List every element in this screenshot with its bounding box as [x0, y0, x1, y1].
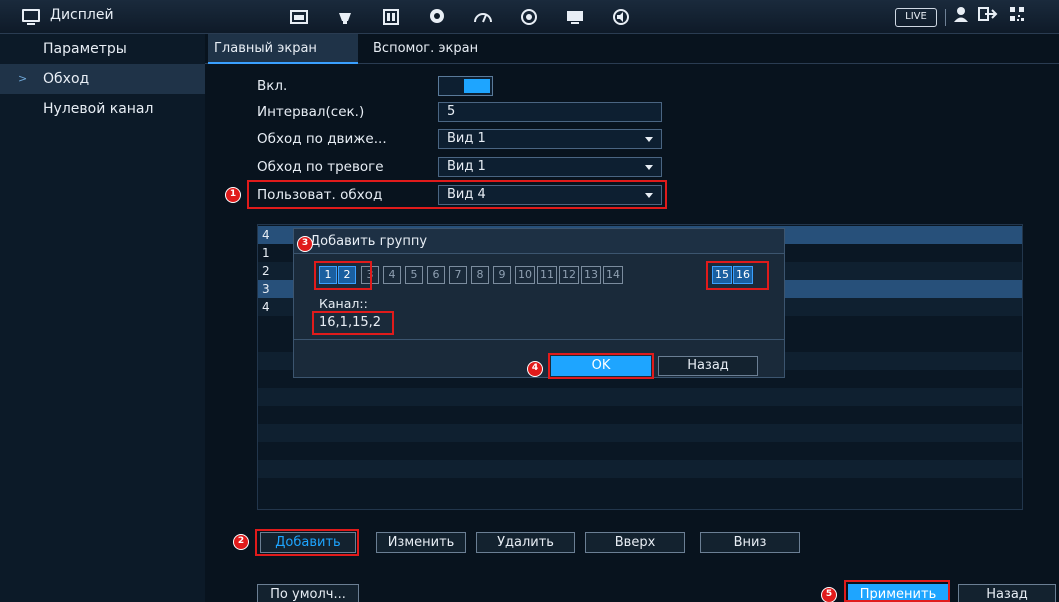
- highlight-box-channels-15-16: [706, 261, 769, 290]
- logout-icon[interactable]: [978, 6, 1000, 26]
- table-row-empty: [258, 388, 1022, 406]
- channel-checkbox-6[interactable]: 6: [427, 266, 445, 284]
- channel-label: Канал::: [319, 296, 368, 311]
- channel-checkbox-10[interactable]: 10: [515, 266, 535, 284]
- add-group-dialog: Добавить группу 1 2 3 4 5 6 7 8 9 10 11 12 13 14 15 16 …: [293, 228, 785, 379]
- user-icon[interactable]: [953, 6, 969, 26]
- top-right-icons: [953, 6, 1025, 26]
- menu-title: Дисплей: [22, 7, 114, 25]
- ai-icon[interactable]: [418, 6, 456, 28]
- table-row-empty: [258, 460, 1022, 478]
- highlight-box-5: [844, 580, 950, 602]
- sidebar-item-label: Обход: [43, 71, 90, 87]
- interval-input[interactable]: 5: [438, 102, 662, 122]
- highlight-box-1: [247, 180, 667, 209]
- dialog-back-button[interactable]: Назад: [658, 356, 758, 376]
- sidebar-item-label: Нулевой канал: [43, 101, 154, 117]
- toggle-knob: [464, 79, 490, 93]
- step-badge-5: 5: [821, 587, 837, 602]
- move-up-button[interactable]: Вверх: [585, 532, 685, 553]
- table-row-empty: [258, 424, 1022, 442]
- monitor-icon[interactable]: [556, 6, 594, 28]
- tab-extra-screen[interactable]: Вспомог. экран: [367, 34, 517, 64]
- channel-checkbox-13[interactable]: 13: [581, 266, 601, 284]
- header-divider: [945, 9, 946, 26]
- highlight-box-channel-value: [312, 311, 394, 335]
- tab-bar: Главный экран Вспомог. экран: [205, 34, 1059, 64]
- channel-checkbox-11[interactable]: 11: [537, 266, 557, 284]
- dialog-divider: [294, 339, 784, 340]
- display-icon: [22, 8, 40, 25]
- channel-checkbox-8[interactable]: 8: [471, 266, 489, 284]
- live-button[interactable]: LIVE: [895, 8, 937, 27]
- step-badge-2: 2: [233, 534, 249, 550]
- camera-icon[interactable]: [326, 6, 364, 28]
- delete-button[interactable]: Удалить: [476, 532, 575, 553]
- sidebar-item-label: Параметры: [43, 41, 127, 57]
- channel-checkbox-5[interactable]: 5: [405, 266, 423, 284]
- tab-main-screen[interactable]: Главный экран: [208, 34, 358, 64]
- dropdown-arrow-icon: [645, 165, 653, 170]
- alarm-tour-select[interactable]: Вид 1: [438, 157, 662, 177]
- storage-icon[interactable]: [372, 6, 410, 28]
- enable-label: Вкл.: [257, 78, 288, 94]
- highlight-box-2: [255, 529, 359, 556]
- interval-label: Интервал(сек.): [257, 104, 365, 120]
- dialog-title: Добавить группу: [294, 229, 784, 254]
- move-down-button[interactable]: Вниз: [700, 532, 800, 553]
- content-area: Главный экран Вспомог. экран Вкл. Интерв…: [205, 34, 1059, 602]
- qr-code-icon[interactable]: [1009, 6, 1025, 26]
- default-button[interactable]: По умолч...: [257, 584, 359, 602]
- row-number: 4: [262, 300, 270, 314]
- chevron-right-icon: >: [18, 72, 28, 85]
- channel-checkbox-7[interactable]: 7: [449, 266, 467, 284]
- highlight-box-4: [548, 353, 654, 379]
- row-number: 4: [262, 228, 270, 242]
- motion-tour-value: Вид 1: [447, 131, 486, 146]
- step-badge-1: 1: [225, 187, 241, 203]
- network-icon[interactable]: [510, 6, 548, 28]
- row-number: 2: [262, 264, 270, 278]
- performance-icon[interactable]: [464, 6, 502, 28]
- display-settings-icon[interactable]: [280, 6, 318, 28]
- alarm-tour-label: Обход по тревоге: [257, 159, 384, 175]
- sidebar-item-parameters[interactable]: Параметры: [0, 34, 205, 64]
- channel-checkbox-14[interactable]: 14: [603, 266, 623, 284]
- dropdown-arrow-icon: [645, 137, 653, 142]
- back-button[interactable]: Назад: [958, 584, 1056, 602]
- top-icon-bar: [280, 6, 648, 28]
- sidebar-item-tour[interactable]: > Обход: [0, 64, 205, 94]
- enable-toggle[interactable]: [438, 76, 493, 96]
- sidebar-item-zero-channel[interactable]: Нулевой канал: [0, 94, 205, 124]
- channel-checkbox-12[interactable]: 12: [559, 266, 579, 284]
- step-badge-3: 3: [297, 236, 313, 252]
- motion-tour-label: Обход по движе...: [257, 131, 387, 147]
- channel-checkbox-9[interactable]: 9: [493, 266, 511, 284]
- motion-tour-select[interactable]: Вид 1: [438, 129, 662, 149]
- row-number: 1: [262, 246, 270, 260]
- top-bar: Дисплей LIVE: [0, 0, 1059, 34]
- step-badge-4: 4: [527, 361, 543, 377]
- audio-icon[interactable]: [602, 6, 640, 28]
- highlight-box-channels-1-2: [314, 261, 372, 290]
- channel-checkbox-4[interactable]: 4: [383, 266, 401, 284]
- menu-title-label: Дисплей: [50, 7, 114, 23]
- sidebar: Параметры > Обход Нулевой канал: [0, 34, 205, 602]
- alarm-tour-value: Вид 1: [447, 159, 486, 174]
- row-number: 3: [262, 282, 270, 296]
- edit-button[interactable]: Изменить: [376, 532, 466, 553]
